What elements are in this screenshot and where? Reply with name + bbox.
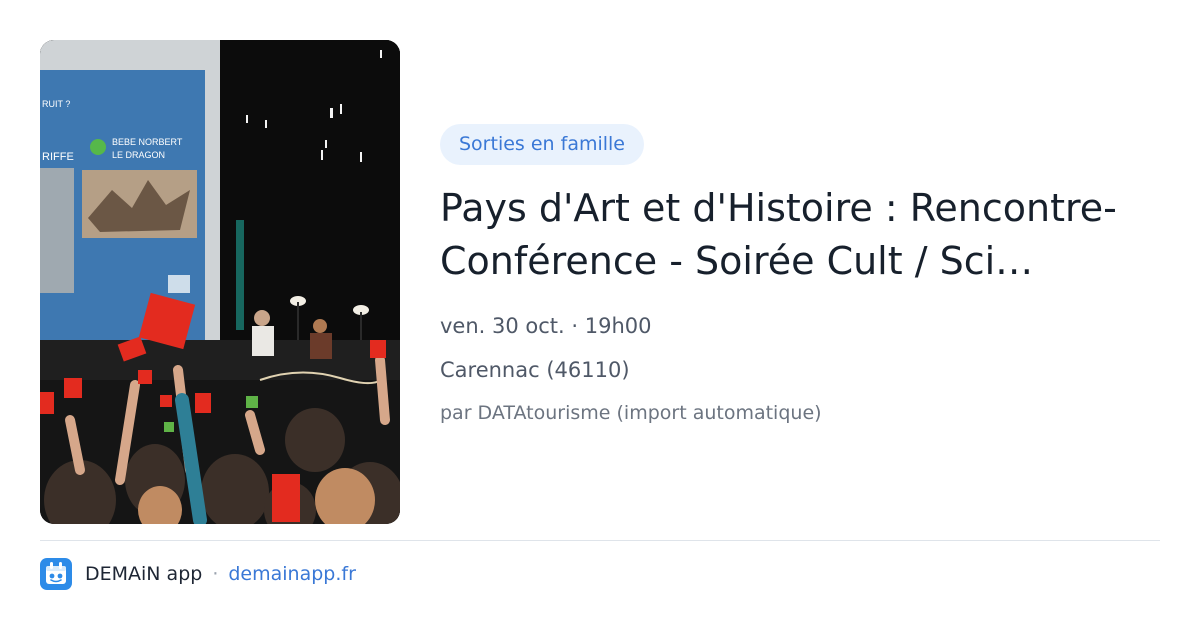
screen-text-riffe: RIFFE — [42, 151, 74, 163]
event-title-line-1: Pays d'Art et d'Histoire : Rencontre- — [440, 186, 1117, 230]
footer-divider — [40, 540, 1160, 541]
app-name: DEMAiN app — [85, 563, 203, 585]
event-source: par DATAtourisme (import automatique) — [440, 402, 822, 424]
screen-text-label-2: LE DRAGON — [112, 150, 165, 160]
screen-text-ruit: RUIT ? — [42, 99, 70, 109]
event-photo[interactable]: RUIT ? RIFFE BEBE NORBERT LE DRAGON — [40, 40, 400, 524]
footer-separator: · — [212, 563, 219, 585]
screen-text-label-1: BEBE NORBERT — [112, 137, 183, 147]
demain-app-icon[interactable] — [40, 558, 72, 590]
event-location: Carennac (46110) — [440, 358, 630, 382]
footer: DEMAiN app · demainapp.fr — [40, 558, 356, 590]
app-website-link[interactable]: demainapp.fr — [228, 563, 356, 585]
event-title[interactable]: Pays d'Art et d'Histoire : Rencontre- Co… — [440, 182, 1165, 288]
category-tag[interactable]: Sorties en famille — [440, 124, 644, 165]
event-date-time: ven. 30 oct. · 19h00 — [440, 314, 652, 338]
event-title-line-2: Conférence - Soirée Cult / Sci… — [440, 239, 1034, 283]
